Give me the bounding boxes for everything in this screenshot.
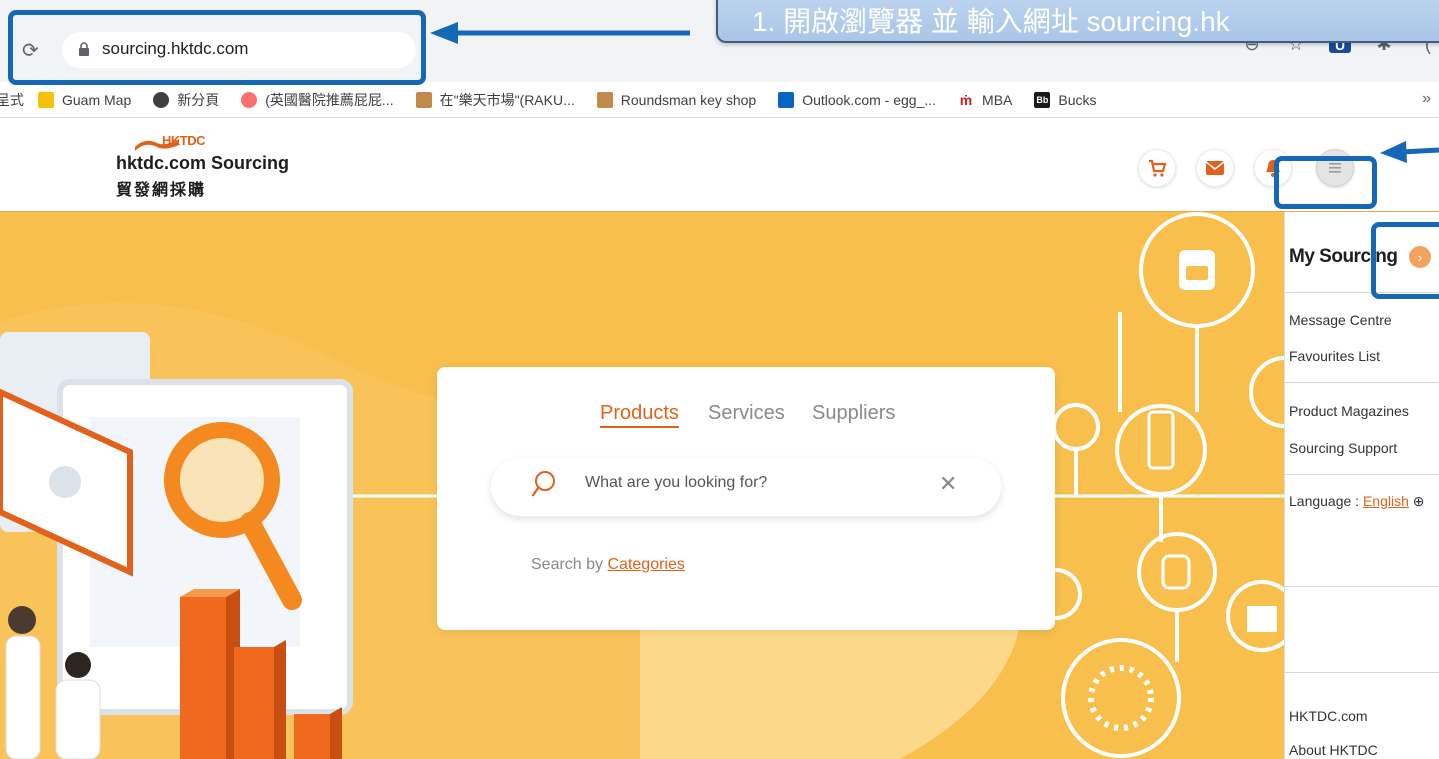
outlook-icon (778, 91, 795, 108)
package-icon (415, 91, 432, 108)
bookmark-item[interactable]: (英國醫院推薦屁屁... (241, 90, 394, 110)
panel-link-favourites[interactable]: Favourites List (1289, 348, 1380, 364)
peach-icon (241, 91, 258, 108)
highlight-menu-button (1274, 156, 1377, 209)
highlight-panel-arrow (1371, 222, 1439, 299)
logo-text: HKTDC (162, 133, 206, 148)
mba-icon: ṁ (959, 91, 973, 108)
clear-icon[interactable]: ✕ (939, 471, 957, 497)
language-selector[interactable]: Language : English ⊕ (1289, 493, 1425, 510)
divider (1284, 474, 1439, 475)
highlight-address-bar (8, 10, 426, 85)
panel-link-sourcing-support[interactable]: Sourcing Support (1289, 440, 1397, 456)
message-button[interactable] (1196, 149, 1234, 187)
search-placeholder: What are you looking for? (585, 474, 768, 491)
cart-icon (1149, 159, 1167, 177)
active-tab-indicator (600, 426, 679, 428)
globe-icon (153, 91, 170, 108)
panel-link-about[interactable]: About HKTDC (1289, 742, 1378, 758)
brand-name-en[interactable]: hktdc.com Sourcing (116, 153, 289, 174)
divider (1284, 382, 1439, 383)
blackboard-icon: Bb (1034, 91, 1051, 108)
package-icon (596, 91, 613, 108)
categories-link[interactable]: Categories (608, 556, 685, 573)
globe-icon: ⊕ (1412, 493, 1425, 509)
cart-button[interactable] (1138, 149, 1176, 187)
panel-link-product-magazines[interactable]: Product Magazines (1289, 403, 1409, 419)
bookmark-item[interactable]: Guam Map (38, 91, 131, 108)
search-by-categories: Search by Categories (531, 556, 685, 573)
tab-products[interactable]: Products (600, 402, 679, 425)
panel-link-hktdc[interactable]: HKTDC.com (1289, 708, 1368, 724)
panel-link-message-centre[interactable]: Message Centre (1289, 312, 1392, 328)
envelope-icon (1205, 161, 1225, 175)
bookmark-item[interactable]: 新分頁 (153, 90, 219, 110)
divider (1284, 586, 1439, 587)
folder-icon (38, 91, 54, 108)
bookmarks-bar: 呈式 Guam Map 新分頁 (英國醫院推薦屁屁... 在"樂天市場"(RAK… (0, 82, 1439, 118)
bookmark-item[interactable]: Bb Bucks (1034, 91, 1097, 108)
bookmark-item[interactable]: 呈式 (0, 90, 24, 110)
bookmark-item[interactable]: 在"樂天市場"(RAKU... (415, 90, 575, 110)
bookmark-item[interactable]: Outlook.com - egg_... (778, 91, 936, 108)
tutorial-callout-text: 1. 開啟瀏覽器 並 輸入網址 sourcing.hk (752, 6, 1230, 37)
tab-suppliers[interactable]: Suppliers (812, 402, 895, 425)
divider (1284, 672, 1439, 673)
bookmarks-overflow-icon[interactable]: » (1422, 90, 1431, 108)
tab-services[interactable]: Services (708, 402, 785, 425)
bookmark-item[interactable]: ṁ MBA (958, 91, 1013, 108)
bookmark-item[interactable]: Roundsman key shop (596, 91, 756, 108)
search-icon[interactable] (531, 470, 557, 498)
brand-name-zh[interactable]: 貿發網採購 (116, 176, 206, 200)
